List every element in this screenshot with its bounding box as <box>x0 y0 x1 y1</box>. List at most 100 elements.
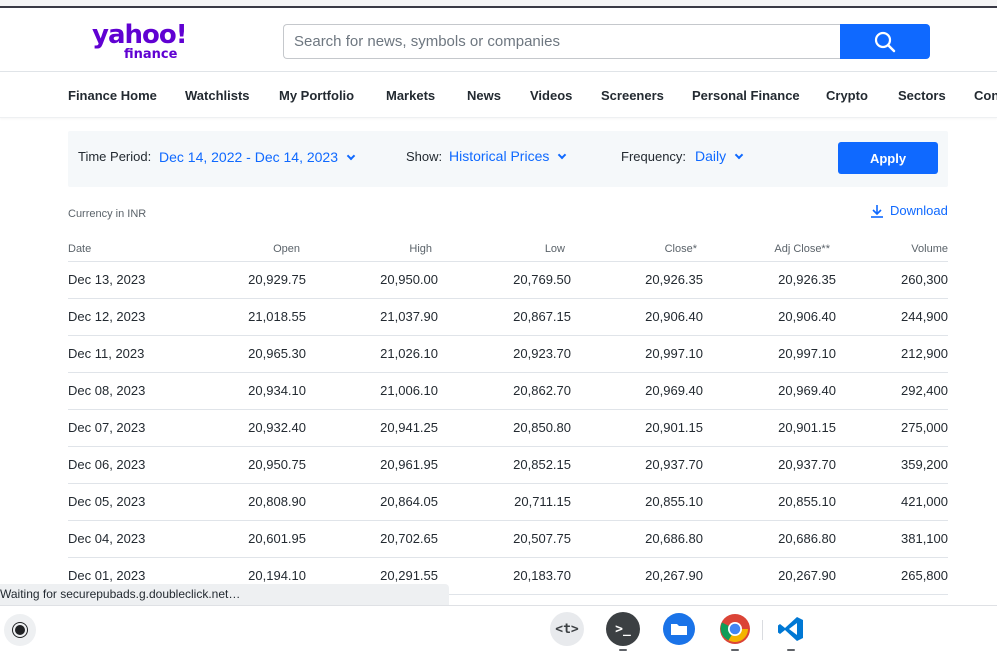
cell-low: 20,507.75 <box>438 520 571 558</box>
cell-low: 20,711.15 <box>438 483 571 521</box>
running-indicator <box>787 649 795 651</box>
col-volume[interactable]: Volume <box>836 237 948 262</box>
cell-open: 20,934.10 <box>176 372 306 410</box>
nav-screeners[interactable]: Screeners <box>601 88 664 103</box>
cell-date: Dec 12, 2023 <box>68 298 176 336</box>
currency-note: Currency in INR <box>68 208 147 220</box>
table-row: Dec 07, 2023 20,932.40 20,941.25 20,850.80 2… <box>68 409 948 447</box>
cell-adj-close: 20,969.40 <box>703 372 836 410</box>
cell-high: 20,961.95 <box>306 446 438 484</box>
table-row: Dec 04, 2023 20,601.95 20,702.65 20,507.75 2… <box>68 520 948 558</box>
table-row: Dec 06, 2023 20,950.75 20,961.95 20,852.15 2… <box>68 446 948 484</box>
launcher-icon <box>15 625 25 635</box>
launcher-button[interactable] <box>4 614 36 646</box>
download-label: Download <box>890 203 948 218</box>
chevron-down-icon <box>734 150 744 160</box>
col-date[interactable]: Date <box>68 237 176 262</box>
cell-low: 20,867.15 <box>438 298 571 336</box>
cell-close: 20,686.80 <box>571 520 703 558</box>
cell-close: 20,267.90 <box>571 557 703 595</box>
cell-low: 20,769.50 <box>438 261 571 299</box>
cell-volume: 421,000 <box>836 483 948 521</box>
nav-sectors[interactable]: Sectors <box>898 88 946 103</box>
terminal-icon[interactable]: >_ <box>606 612 640 651</box>
cell-open: 20,950.75 <box>176 446 306 484</box>
logo-subtext: finance <box>124 47 178 62</box>
cell-date: Dec 08, 2023 <box>68 372 176 410</box>
vscode-icon[interactable] <box>774 612 808 651</box>
cell-high: 21,006.10 <box>306 372 438 410</box>
cell-close: 20,901.15 <box>571 409 703 447</box>
chrome-icon[interactable] <box>718 612 752 651</box>
col-close[interactable]: Close* <box>571 237 703 262</box>
cell-date: Dec 11, 2023 <box>68 335 176 373</box>
nav-personal-finance[interactable]: Personal Finance <box>692 88 800 103</box>
frequency-label: Frequency: <box>621 149 687 164</box>
show-value: Historical Prices <box>449 148 550 164</box>
search-box <box>283 24 841 59</box>
folder-icon <box>663 613 695 645</box>
cell-volume: 381,100 <box>836 520 948 558</box>
main-nav: Finance Home Watchlists My Portfolio Mar… <box>0 72 997 118</box>
browser-status-bar: Waiting for securepubads.g.doubleclick.n… <box>0 584 449 606</box>
cell-low: 20,850.80 <box>438 409 571 447</box>
nav-watchlists[interactable]: Watchlists <box>185 88 250 103</box>
browser-top-edge <box>0 0 997 8</box>
nav-markets[interactable]: Markets <box>386 88 435 103</box>
table-row: Dec 11, 2023 20,965.30 21,026.10 20,923.70 2… <box>68 335 948 373</box>
cell-low: 20,183.70 <box>438 557 571 595</box>
cell-high: 20,864.05 <box>306 483 438 521</box>
cell-adj-close: 20,686.80 <box>703 520 836 558</box>
time-period-label: Time Period: <box>78 149 152 164</box>
cell-date: Dec 07, 2023 <box>68 409 176 447</box>
cell-low: 20,923.70 <box>438 335 571 373</box>
cell-adj-close: 20,937.70 <box>703 446 836 484</box>
cell-volume: 212,900 <box>836 335 948 373</box>
download-link[interactable]: Download <box>870 203 948 218</box>
nav-crypto[interactable]: Crypto <box>826 88 868 103</box>
cell-volume: 359,200 <box>836 446 948 484</box>
nav-videos[interactable]: Videos <box>530 88 572 103</box>
frequency-dropdown[interactable]: Daily <box>695 148 744 164</box>
nav-contact-truncated[interactable]: Con <box>974 88 997 103</box>
cell-high: 20,950.00 <box>306 261 438 299</box>
search-button[interactable] <box>840 24 930 59</box>
text-editor-icon[interactable]: <t> <box>550 612 584 646</box>
cell-close: 20,937.70 <box>571 446 703 484</box>
table-row: Dec 08, 2023 20,934.10 21,006.10 20,862.70 2… <box>68 372 948 410</box>
os-taskbar: <t> >_ <box>0 605 997 653</box>
table-row: Dec 12, 2023 21,018.55 21,037.90 20,867.15 2… <box>68 298 948 336</box>
cell-high: 20,702.65 <box>306 520 438 558</box>
time-period-dropdown[interactable]: Dec 14, 2022 - Dec 14, 2023 <box>159 149 356 165</box>
col-low[interactable]: Low <box>438 237 571 262</box>
running-indicator <box>731 649 739 651</box>
col-high[interactable]: High <box>306 237 438 262</box>
nav-news[interactable]: News <box>467 88 501 103</box>
cell-open: 20,601.95 <box>176 520 306 558</box>
table-header-row: Date Open High Low Close* Adj Close** Vo… <box>68 237 948 262</box>
cell-low: 20,852.15 <box>438 446 571 484</box>
col-open[interactable]: Open <box>176 237 306 262</box>
table-row: Dec 13, 2023 20,929.75 20,950.00 20,769.50 2… <box>68 261 948 299</box>
files-icon[interactable] <box>662 612 696 646</box>
col-adj-close[interactable]: Adj Close** <box>703 237 836 262</box>
yahoo-finance-logo[interactable]: yahoo! finance <box>92 22 188 62</box>
apply-button[interactable]: Apply <box>838 142 938 174</box>
cell-high: 21,026.10 <box>306 335 438 373</box>
chevron-down-icon <box>558 150 567 160</box>
cell-volume: 244,900 <box>836 298 948 336</box>
cell-close: 20,926.35 <box>571 261 703 299</box>
show-label: Show: <box>406 149 443 164</box>
cell-adj-close: 20,906.40 <box>703 298 836 336</box>
cell-adj-close: 20,901.15 <box>703 409 836 447</box>
search-icon <box>874 31 896 52</box>
running-indicator <box>619 649 627 651</box>
show-dropdown[interactable]: Historical Prices <box>449 148 567 164</box>
cell-date: Dec 06, 2023 <box>68 446 176 484</box>
cell-open: 20,808.90 <box>176 483 306 521</box>
nav-my-portfolio[interactable]: My Portfolio <box>279 88 354 103</box>
frequency-value: Daily <box>695 148 727 164</box>
search-input[interactable] <box>284 25 841 58</box>
nav-finance-home[interactable]: Finance Home <box>68 88 157 103</box>
cell-open: 20,932.40 <box>176 409 306 447</box>
